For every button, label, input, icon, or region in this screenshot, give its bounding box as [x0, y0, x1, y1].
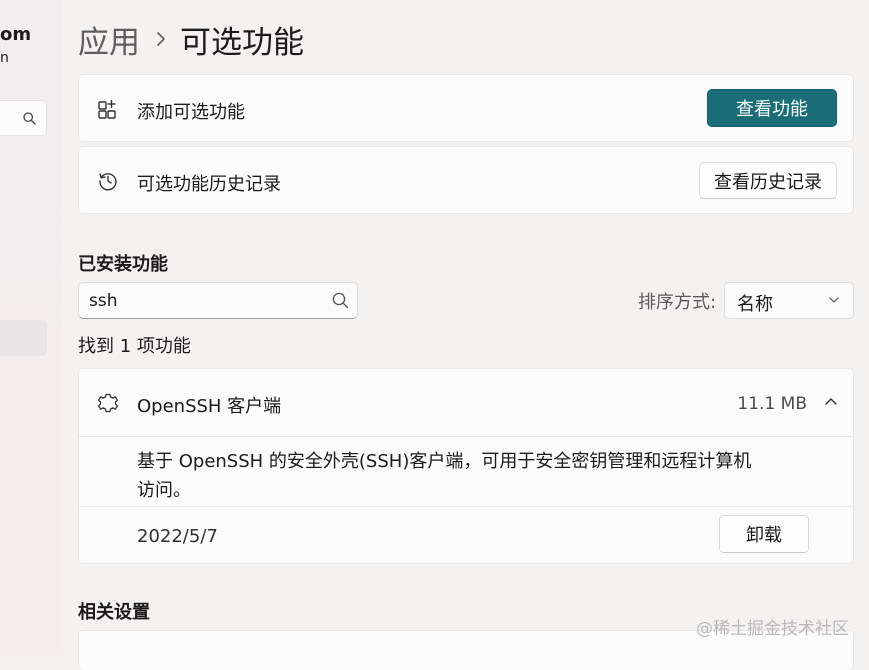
view-features-button[interactable]: 查看功能: [707, 89, 837, 127]
sort-value: 名称: [737, 294, 773, 315]
search-icon: [332, 292, 349, 309]
history-icon: [99, 173, 117, 191]
puzzle-gear-icon: [97, 393, 119, 413]
watermark: @稀土掘金技术社区: [696, 619, 849, 639]
sort-dropdown[interactable]: 名称: [724, 282, 854, 319]
feature-search-input[interactable]: [89, 289, 319, 313]
sort-label: 排序方式:: [638, 292, 717, 313]
account-name: om: [0, 24, 32, 45]
account-email: n: [0, 50, 9, 66]
history-card: 可选功能历史记录 查看历史记录: [78, 146, 854, 214]
search-icon: [23, 112, 36, 125]
breadcrumb-apps[interactable]: 应用: [78, 17, 140, 62]
sidebar: om n: [0, 0, 62, 655]
feature-item-openssh-client: OpenSSH 客户端 11.1 MB 基于 OpenSSH 的安全外壳(SSH…: [78, 368, 854, 564]
uninstall-button[interactable]: 卸载: [719, 515, 809, 553]
sidebar-item-apps[interactable]: [0, 320, 47, 356]
chevron-right-icon: [156, 31, 166, 47]
history-label: 可选功能历史记录: [137, 174, 281, 195]
feature-size: 11.1 MB: [737, 394, 807, 414]
install-date: 2022/5/7: [137, 526, 218, 547]
view-history-button[interactable]: 查看历史记录: [699, 162, 837, 199]
feature-search-box[interactable]: [78, 282, 358, 319]
chevron-down-icon: [829, 297, 839, 303]
chevron-up-icon[interactable]: [825, 397, 837, 405]
add-feature-label: 添加可选功能: [137, 102, 245, 123]
feature-header[interactable]: OpenSSH 客户端 11.1 MB: [79, 369, 853, 437]
settings-search-box[interactable]: [0, 100, 47, 136]
feature-description: 基于 OpenSSH 的安全外壳(SSH)客户端，可用于安全密钥管理和远程计算机…: [137, 451, 752, 501]
installed-features-heading: 已安装功能: [78, 254, 168, 275]
results-count: 找到 1 项功能: [78, 336, 191, 357]
page-title: 可选功能: [180, 24, 304, 61]
add-feature-card: 添加可选功能 查看功能: [78, 74, 854, 142]
related-settings-heading: 相关设置: [78, 602, 150, 623]
add-apps-icon: [98, 100, 116, 119]
breadcrumb: 应用 可选功能: [78, 14, 304, 64]
feature-name: OpenSSH 客户端: [137, 396, 282, 417]
divider: [79, 506, 853, 507]
